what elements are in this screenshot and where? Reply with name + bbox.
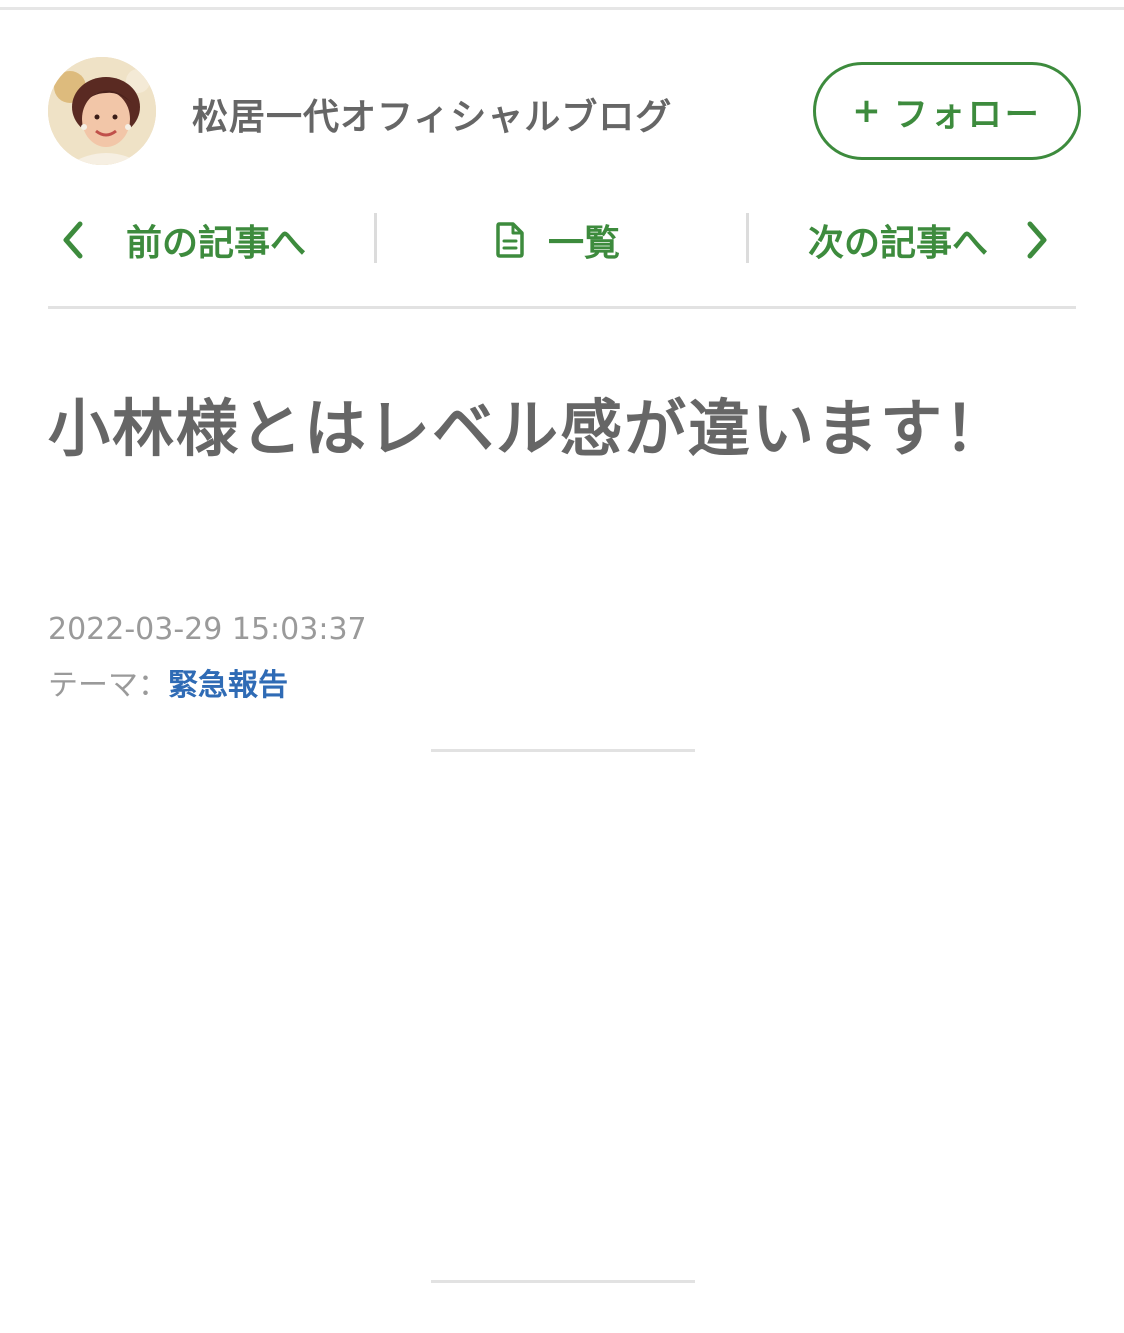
theme-link[interactable]: 緊急報告 [168,668,288,703]
follow-button[interactable]: + フォロー [813,62,1081,160]
prev-article-link[interactable]: 前の記事へ [60,205,306,275]
content-separator [431,749,695,752]
nav-divider [374,213,377,263]
theme-prefix: テーマ： [48,668,168,703]
content-separator [431,1280,695,1283]
blog-title[interactable]: 松居一代オフィシャルブログ [192,88,672,140]
article-list-link[interactable]: 一覧 [494,205,620,275]
avatar[interactable] [48,57,156,165]
article-nav: 前の記事へ 一覧 次の記事へ [48,205,1076,275]
next-article-link[interactable]: 次の記事へ [808,205,1050,275]
article-list-label: 一覧 [548,223,621,264]
follow-label: フォロー [893,94,1042,135]
nav-divider [746,213,749,263]
prev-article-label: 前の記事へ [126,223,307,264]
chevron-right-icon [1024,220,1050,260]
top-divider [0,7,1124,10]
nav-divider-line [48,306,1076,309]
article-theme: テーマ：緊急報告 [48,660,288,704]
article-title: 小林様とはレベル感が違います！ [48,392,1009,465]
next-article-label: 次の記事へ [808,223,989,264]
document-icon [494,221,526,259]
chevron-left-icon [60,220,86,260]
avatar-portrait-icon [48,57,156,165]
article-date: 2022-03-29 15:03:37 [48,612,367,647]
blog-page: 松居一代オフィシャルブログ + フォロー 前の記事へ 一覧 次の記事へ 小林様と… [0,0,1124,1333]
plus-icon: + [852,91,884,131]
